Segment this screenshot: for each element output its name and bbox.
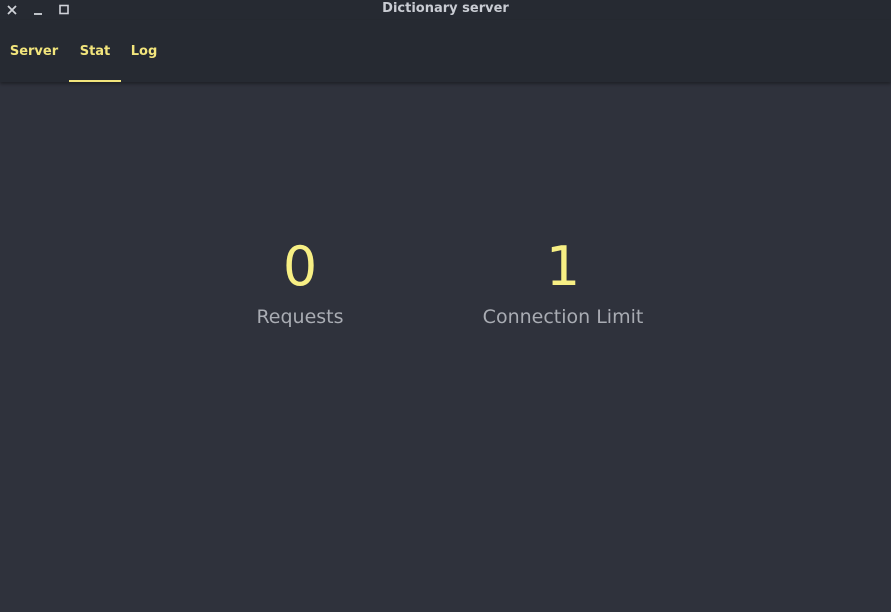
stat-requests: 0 Requests <box>230 232 370 331</box>
title-bar: Dictionary server <box>0 0 891 20</box>
app-window: Dictionary server Server Stat Log 0 Requ… <box>0 0 891 612</box>
connection-limit-value: 1 <box>545 235 581 298</box>
stat-connection-limit: 1 Connection Limit <box>463 232 663 331</box>
connection-limit-label: Connection Limit <box>482 306 644 328</box>
tab-server[interactable]: Server <box>9 20 59 82</box>
tab-bar: Server Stat Log <box>0 20 891 82</box>
requests-label: Requests <box>256 306 344 328</box>
requests-value: 0 <box>282 235 318 298</box>
tab-log[interactable]: Log <box>129 20 159 82</box>
tab-stat[interactable]: Stat <box>69 20 121 82</box>
window-title: Dictionary server <box>382 1 509 16</box>
